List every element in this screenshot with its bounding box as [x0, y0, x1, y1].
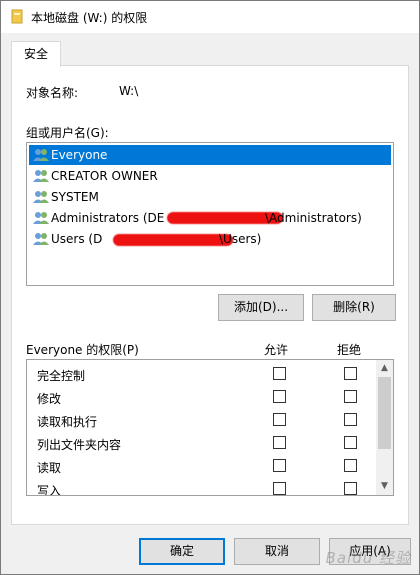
deny-checkbox[interactable]: [344, 390, 357, 403]
user-list[interactable]: Everyone CREATOR OWNER SYSTEM Administra…: [26, 142, 394, 286]
permission-name: 写入: [37, 484, 62, 496]
user-group-icon: [33, 149, 49, 161]
deny-header: 拒绝: [337, 343, 362, 357]
deny-checkbox[interactable]: [344, 482, 357, 495]
scroll-up-icon[interactable]: ▲: [376, 360, 393, 377]
deny-checkbox[interactable]: [344, 367, 357, 380]
user-name: CREATOR OWNER: [51, 169, 158, 183]
tab-security[interactable]: 安全: [11, 41, 61, 67]
list-item[interactable]: Everyone: [29, 145, 391, 165]
scrollbar-thumb[interactable]: [378, 377, 391, 449]
permission-row: 列出文件夹内容: [27, 432, 377, 455]
user-name: Everyone: [51, 148, 108, 162]
allow-checkbox[interactable]: [273, 482, 286, 495]
user-name-suffix: \Users): [219, 232, 262, 246]
permission-name: 读取: [37, 461, 62, 475]
object-name-value: W:\: [119, 84, 139, 98]
window-title: 本地磁盘 (W:) 的权限: [31, 11, 148, 25]
user-group-icon: [33, 233, 49, 245]
permissions-list[interactable]: 完全控制 修改 读取和执行 列出文件夹内容 读取 写入 ▲ ▼: [26, 359, 394, 496]
security-panel: 对象名称: W:\ 组或用户名(G): Everyone CREATOR OWN…: [11, 65, 409, 525]
permission-name: 读取和执行: [37, 415, 98, 429]
deny-checkbox[interactable]: [344, 436, 357, 449]
allow-checkbox[interactable]: [273, 367, 286, 380]
list-item[interactable]: SYSTEM: [29, 187, 391, 207]
deny-checkbox[interactable]: [344, 413, 357, 426]
users-list-label: 组或用户名(G):: [26, 126, 109, 140]
deny-checkbox[interactable]: [344, 459, 357, 472]
scrollbar[interactable]: ▲ ▼: [376, 360, 393, 495]
user-name-suffix: \Administrators): [265, 211, 362, 225]
list-item[interactable]: CREATOR OWNER: [29, 166, 391, 186]
permission-name: 列出文件夹内容: [37, 438, 122, 452]
watermark: Baidu 经验: [325, 549, 411, 567]
user-name: SYSTEM: [51, 190, 99, 204]
scroll-down-icon[interactable]: ▼: [376, 478, 393, 495]
user-group-icon: [33, 170, 49, 182]
user-group-icon: [33, 212, 49, 224]
list-item[interactable]: Users (D \Users): [29, 229, 391, 249]
ok-button[interactable]: 确定: [139, 538, 225, 565]
allow-header: 允许: [264, 343, 289, 357]
allow-checkbox[interactable]: [273, 390, 286, 403]
permission-row: 读取: [27, 455, 377, 478]
user-name-prefix: Administrators (DE: [51, 211, 165, 225]
permissions-dialog: 本地磁盘 (W:) 的权限 安全 对象名称: W:\ 组或用户名(G): Eve…: [0, 0, 420, 575]
title-bar[interactable]: 本地磁盘 (W:) 的权限: [1, 1, 419, 33]
user-group-icon: [33, 191, 49, 203]
permissions-title: Everyone 的权限(P): [26, 343, 139, 357]
permission-name: 完全控制: [37, 369, 86, 383]
permission-row: 完全控制: [27, 363, 377, 386]
remove-button[interactable]: 删除(R): [312, 294, 396, 321]
permission-row: 写入: [27, 478, 377, 496]
drive-icon: [11, 9, 23, 24]
add-button[interactable]: 添加(D)...: [218, 294, 304, 321]
user-name-prefix: Users (D: [51, 232, 103, 246]
allow-checkbox[interactable]: [273, 459, 286, 472]
permission-name: 修改: [37, 392, 62, 406]
permission-row: 读取和执行: [27, 409, 377, 432]
list-item[interactable]: Administrators (DE \Administrators): [29, 208, 391, 228]
cancel-button[interactable]: 取消: [234, 538, 320, 565]
redaction-mark: [113, 234, 233, 246]
permission-row: 修改: [27, 386, 377, 409]
object-name-label: 对象名称:: [26, 86, 79, 100]
allow-checkbox[interactable]: [273, 413, 286, 426]
allow-checkbox[interactable]: [273, 436, 286, 449]
